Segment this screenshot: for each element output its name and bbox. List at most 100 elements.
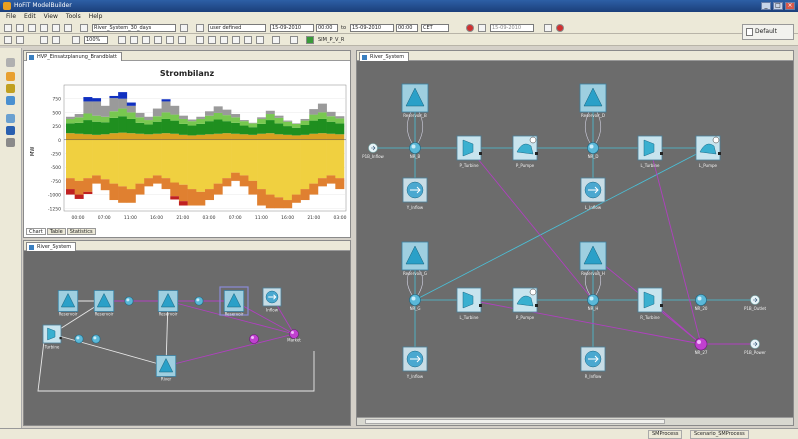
settings-icon[interactable] (290, 36, 298, 44)
pump-node[interactable]: P_Pumpe (512, 287, 538, 320)
reservoir-node[interactable]: Reservoir (57, 290, 79, 317)
save-icon[interactable] (28, 24, 36, 32)
sink-node[interactable]: P1B_Power (744, 339, 766, 356)
junction-node[interactable]: NR_H (587, 294, 599, 312)
record-icon[interactable] (556, 24, 564, 32)
stop-icon[interactable] (466, 24, 474, 32)
layout-icon[interactable] (208, 36, 216, 44)
junction-node[interactable] (91, 334, 101, 344)
turbine-node[interactable]: L_Turbine (637, 135, 663, 168)
zoom-icon[interactable] (72, 36, 80, 44)
grid-icon[interactable] (196, 36, 204, 44)
subtab-table[interactable]: Table (46, 228, 66, 235)
simulate-icon[interactable] (306, 36, 314, 44)
copy-icon[interactable] (40, 24, 48, 32)
new-icon[interactable] (4, 24, 12, 32)
reservoir-node[interactable]: Reservoir (157, 290, 179, 317)
model-icon[interactable] (80, 24, 88, 32)
select-icon[interactable] (4, 36, 12, 44)
junction-node[interactable]: NR_D (587, 142, 599, 160)
profile-select[interactable]: user defined (208, 24, 266, 32)
zoom-select[interactable]: 100% (84, 36, 108, 44)
folder-icon[interactable] (6, 72, 15, 81)
run-icon[interactable] (478, 24, 486, 32)
sink-node[interactable]: P1B_Outlet (744, 295, 767, 312)
timezone-select[interactable]: CET (421, 24, 449, 32)
time-from-field[interactable]: 00:00 (316, 24, 338, 32)
pump-node[interactable]: P_Pumpe (512, 135, 538, 168)
menu-tools[interactable]: Tools (66, 12, 81, 22)
outline-icon[interactable] (6, 114, 15, 123)
undo-icon[interactable] (40, 36, 48, 44)
junction-node[interactable]: NR_B (409, 142, 421, 160)
model-select[interactable]: River_System_30_days (92, 24, 176, 32)
inflow-node[interactable]: Y_Inflow (402, 346, 428, 379)
junction-node[interactable] (74, 334, 84, 344)
connection-line[interactable] (51, 333, 167, 367)
database-icon[interactable] (6, 84, 15, 93)
properties-icon[interactable] (6, 96, 15, 105)
strombilanz-chart[interactable]: MW 750 500 250 0 -250 -500 -750 -1000 -1250 00:00… (24, 61, 350, 231)
export-icon[interactable] (544, 24, 552, 32)
connection-line[interactable] (468, 299, 702, 345)
subtab-chart[interactable]: Chart (26, 228, 46, 235)
delete-icon[interactable] (64, 24, 72, 32)
minimize-button[interactable]: _ (761, 2, 771, 10)
perspective-button[interactable]: Default (742, 24, 794, 40)
align-right-icon[interactable] (142, 36, 150, 44)
help-icon[interactable] (272, 36, 280, 44)
junction-node[interactable] (194, 296, 204, 306)
reservoir-node[interactable]: Reservoir_H (579, 241, 607, 276)
turbine-node[interactable]: L_Turbine (456, 287, 482, 320)
turbine-node[interactable]: R_Turbine (637, 287, 663, 320)
palette-icon[interactable] (6, 58, 15, 67)
connection-line[interactable] (414, 147, 709, 301)
menu-edit[interactable]: Edit (24, 12, 36, 22)
inflow-node[interactable]: Inflow (262, 287, 282, 312)
align-bottom-icon[interactable] (166, 36, 174, 44)
redo-icon[interactable] (52, 36, 60, 44)
source-node[interactable]: P1B_Inflow (362, 143, 385, 160)
market-node[interactable]: NR_27 (695, 337, 708, 355)
menu-file[interactable]: File (6, 12, 16, 22)
open-model-icon[interactable] (180, 24, 188, 32)
date-from-field[interactable]: 15-09-2010 (270, 24, 314, 32)
junction-node[interactable]: NR_G (409, 294, 421, 312)
junction-node[interactable]: NR_20 (695, 294, 708, 312)
close-button[interactable]: × (785, 2, 795, 10)
reservoir-node[interactable]: Reservoir_B (401, 83, 429, 118)
info-icon[interactable] (6, 126, 15, 135)
junction-node[interactable] (124, 296, 134, 306)
align-left-icon[interactable] (118, 36, 126, 44)
menu-view[interactable]: View (44, 12, 58, 22)
calendar-icon[interactable] (196, 24, 204, 32)
menu-help[interactable]: Help (89, 12, 103, 22)
turbine-node[interactable]: Turbine (42, 324, 62, 349)
align-top-icon[interactable] (154, 36, 162, 44)
overview-canvas[interactable]: Reservoir Reservoir Reservoir Reservoir Rive… (24, 251, 350, 425)
back-icon[interactable] (256, 36, 264, 44)
scrollbar-thumb[interactable] (365, 419, 665, 424)
maximize-button[interactable]: □ (773, 2, 783, 10)
ungroup-icon[interactable] (232, 36, 240, 44)
distribute-icon[interactable] (178, 36, 186, 44)
reservoir-node[interactable]: River (155, 355, 177, 382)
model-tab[interactable]: River_System (359, 52, 410, 61)
overview-tab[interactable]: River_System (26, 242, 77, 251)
align-center-icon[interactable] (130, 36, 138, 44)
date-to-field[interactable]: 15-09-2010 (350, 24, 394, 32)
reservoir-node[interactable]: Reservoir (223, 290, 245, 317)
model-canvas[interactable]: Reservoir_B Reservoir_D Reservoir_G Reservo… (357, 61, 793, 417)
paste-icon[interactable] (52, 24, 60, 32)
extra-date-field[interactable]: 15-09-2010 (490, 24, 534, 32)
pump-node[interactable]: L_Pumpe (695, 135, 721, 168)
subtab-statistics[interactable]: Statistics (66, 228, 96, 235)
group-icon[interactable] (220, 36, 228, 44)
console-icon[interactable] (6, 138, 15, 147)
inflow-node[interactable]: L_Inflow (580, 177, 606, 210)
connect-icon[interactable] (16, 36, 24, 44)
chart-tab[interactable]: HVP_Einsatzplanung_Brandblatt (26, 52, 122, 61)
reservoir-node[interactable]: Reservoir_D (579, 83, 607, 118)
inflow-node[interactable]: Y_Inflow (402, 177, 428, 210)
time-to-field[interactable]: 00:00 (396, 24, 418, 32)
